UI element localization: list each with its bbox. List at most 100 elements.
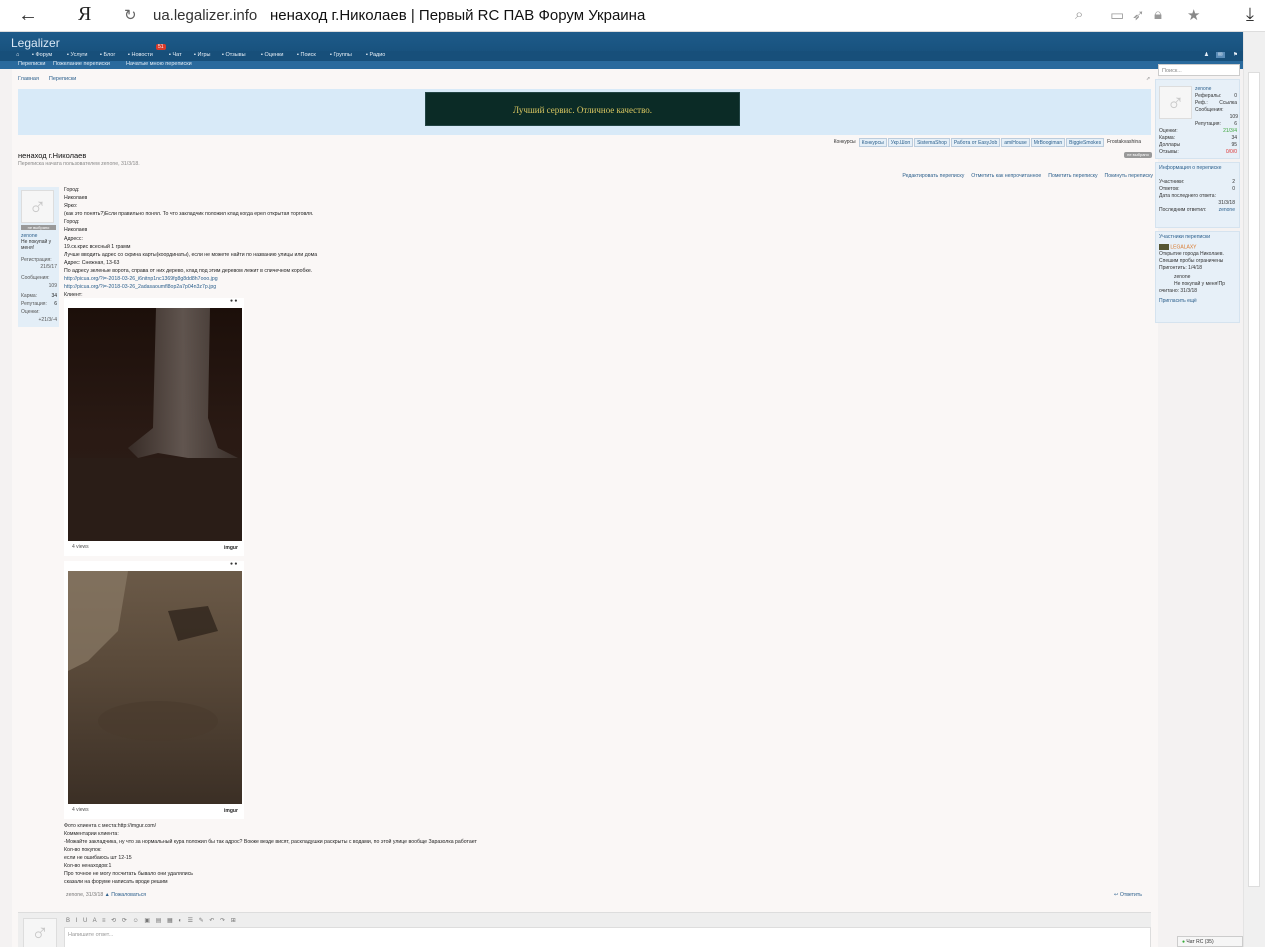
more-icon[interactable]: ● ● xyxy=(230,298,237,304)
comment-icon[interactable]: ▭ xyxy=(1110,6,1124,24)
breadcrumb-conversations[interactable]: Переписки xyxy=(49,76,76,82)
search-input[interactable]: Поиск... xyxy=(1158,64,1240,76)
subnav-item[interactable]: Переписки xyxy=(18,61,45,67)
user-stat: Доллары 95 xyxy=(1156,142,1241,149)
stat-value[interactable]: Ссылка xyxy=(1219,100,1237,107)
chat-bar[interactable]: ● Чат RC (35) xyxy=(1177,936,1243,947)
imgur-embed[interactable]: ● ● 4 views imgur xyxy=(64,298,244,556)
mail-icon[interactable]: ✉ xyxy=(1216,52,1225,58)
post-line: Комментарии клиента: xyxy=(64,831,119,837)
participant-name[interactable]: LEGALAXY xyxy=(1170,244,1196,250)
avatar[interactable]: ♂ xyxy=(21,190,54,223)
nav-item-ratings[interactable]: ▪ Оценки xyxy=(261,52,283,58)
participant-meta: Пригонтить: 1/4/18 xyxy=(1159,265,1203,272)
avatar[interactable]: ♂ xyxy=(23,918,57,947)
reply-input[interactable]: Напишите ответ... xyxy=(64,927,1151,947)
stat-value: 21/3/4 xyxy=(1223,128,1237,134)
sponsor-tab[interactable]: MrBoogiman xyxy=(1030,138,1066,147)
back-arrow-icon[interactable]: ← xyxy=(18,4,38,27)
sponsor-tab[interactable]: BiggieSmokes xyxy=(1066,138,1105,147)
imgur-brand[interactable]: imgur xyxy=(224,808,238,814)
report-link[interactable]: Пожаловаться xyxy=(111,892,146,898)
sponsor-tab[interactable]: Работа от EasyJob xyxy=(950,138,1001,147)
browser-logo[interactable]: Я xyxy=(78,3,91,26)
more-icon[interactable]: ● ● xyxy=(230,561,237,567)
nav-item-radio[interactable]: ▪ Радио xyxy=(366,52,385,58)
lock-icon[interactable]: 🔒︎ xyxy=(1154,6,1162,23)
reply-link[interactable]: ↩ Ответить xyxy=(1114,892,1142,898)
sponsor-tabs: Конкурсы Конкурсы Укр.Шоп SistemaShop Ра… xyxy=(832,138,1143,147)
user-icon[interactable]: ♟ xyxy=(1204,52,1209,58)
leave-conversation-link[interactable]: Покинуть переписку xyxy=(1105,173,1153,179)
nav-item-groups[interactable]: ▪ Группы xyxy=(330,52,352,58)
nav-label: Форум xyxy=(35,52,53,58)
stat-label: Регистрация: xyxy=(21,257,52,263)
reload-icon[interactable]: ↻ xyxy=(124,6,137,24)
download-icon[interactable]: ⤓ xyxy=(1246,4,1254,25)
browser-toolbar: ← Я ↻ ua.legalizer.info ненаход г.Никола… xyxy=(0,0,1265,32)
user-name[interactable]: zenone xyxy=(1192,86,1214,93)
post-body: Город: Николаев Ярко: (как это понять?)Е… xyxy=(64,186,604,299)
image-link[interactable]: http://picua.org/?i=-2018-03-26_i6nitnp1… xyxy=(64,276,218,282)
chat-label: Чат RC (35) xyxy=(1186,939,1214,945)
mark-unread-link[interactable]: Отметить как непрочитанное xyxy=(971,173,1041,179)
participant-avatar[interactable] xyxy=(1159,244,1169,250)
search-icon[interactable]: ⌕ xyxy=(1075,6,1083,23)
scrollbar[interactable] xyxy=(1243,32,1265,947)
scrollbar-thumb[interactable] xyxy=(1248,72,1260,887)
sponsor-tab[interactable]: Конкурсы xyxy=(858,138,887,147)
sponsor-tab[interactable]: amiHouse xyxy=(1001,138,1030,147)
rocket-icon[interactable]: ➶ xyxy=(1132,6,1145,24)
tree-photo[interactable] xyxy=(68,308,242,541)
report-icon[interactable]: ▲ xyxy=(105,892,110,898)
participant-text: Открытие города Николаев. Спешим пробы о… xyxy=(1159,251,1224,265)
breadcrumb: Главная Переписки xyxy=(18,75,84,84)
sponsor-tab[interactable]: SistemaShop xyxy=(914,138,950,147)
nav-item-services[interactable]: ▪ Услуги xyxy=(67,52,87,58)
sponsor-tab[interactable]: Укр.Шоп xyxy=(887,138,914,147)
flag-icon[interactable]: ⚑ xyxy=(1233,52,1238,58)
nav-item-chat[interactable]: ▪ Чат xyxy=(169,52,182,58)
star-conversation-link[interactable]: Пометить переписку xyxy=(1048,173,1097,179)
nav-item-search[interactable]: ▪ Поиск xyxy=(297,52,316,58)
nav-item-forum[interactable]: ▪ Форум xyxy=(32,52,52,58)
info-label: Дата последнего ответа: xyxy=(1159,193,1216,199)
forum-logo[interactable]: Legalizer xyxy=(11,36,60,50)
image-link[interactable]: http://picua.org/?i=-2018-03-26_2adasaou… xyxy=(64,284,216,290)
star-icon[interactable]: ★ xyxy=(1187,6,1200,24)
pin-icon[interactable]: ⇗ xyxy=(1146,76,1150,82)
invite-link[interactable]: Пригласить ещё xyxy=(1156,298,1239,305)
imgur-embed[interactable]: ● ● 4 views imgur xyxy=(64,561,244,819)
ground-photo[interactable] xyxy=(68,571,242,804)
poster-stat-value: 109 xyxy=(48,283,57,289)
nav-item-blog[interactable]: ▪ Блог xyxy=(100,52,115,58)
post-line: Кол-во покупок: xyxy=(64,847,102,853)
ad-banner[interactable]: Лучший сервис. Отличное качество. xyxy=(425,92,740,126)
nav-label: Поиск xyxy=(300,52,316,58)
breadcrumb-home[interactable]: Главная xyxy=(18,76,39,82)
nav-label: Группы xyxy=(333,52,352,58)
sub-nav: Переписки Пожелание переписки Начатые мн… xyxy=(0,61,1243,69)
imgur-brand[interactable]: imgur xyxy=(224,545,238,551)
user-stat: Отзывы: 0/0/0 xyxy=(1156,149,1241,156)
home-icon[interactable]: ⌂ xyxy=(16,52,19,58)
user-stat: Рефералы: 0 xyxy=(1192,93,1241,100)
nav-item-games[interactable]: ▪ Игры xyxy=(194,52,210,58)
avatar[interactable]: ♂ xyxy=(1159,86,1192,119)
nav-item-news[interactable]: ▪ Новости 51 xyxy=(128,44,166,58)
stat-value: 0 xyxy=(1234,93,1237,99)
subnav-item[interactable]: Пожелание переписки xyxy=(53,61,110,67)
address-domain[interactable]: ua.legalizer.info xyxy=(153,7,257,24)
info-value[interactable]: zenone xyxy=(1219,207,1235,214)
sponsor-tab[interactable]: Frostakvashina xyxy=(1105,138,1143,147)
nav-item-reviews[interactable]: ▪ Отзывы xyxy=(222,52,246,58)
post-author-date[interactable]: zenone, 31/3/18 xyxy=(66,892,103,898)
stat-label: Репутация: xyxy=(21,301,47,307)
subscribe-button[interactable]: не выбрано xyxy=(1124,152,1152,158)
edit-conversation-link[interactable]: Редактировать переписку xyxy=(902,173,964,179)
subnav-item[interactable]: Начатые мною переписки xyxy=(126,61,192,67)
view-count: 4 views xyxy=(72,544,89,550)
page-title[interactable]: ненаход г.Николаев | Первый RC ПАВ Форум… xyxy=(270,7,645,24)
sponsor-tab[interactable]: Конкурсы xyxy=(832,138,858,147)
editor-toolbar[interactable]: B I U A ≡ ⟲ ⟳ ☺ ▣ ▤ ▦ ◐ ☰ ✎ ↶ ↷ ⊞ xyxy=(66,917,238,924)
